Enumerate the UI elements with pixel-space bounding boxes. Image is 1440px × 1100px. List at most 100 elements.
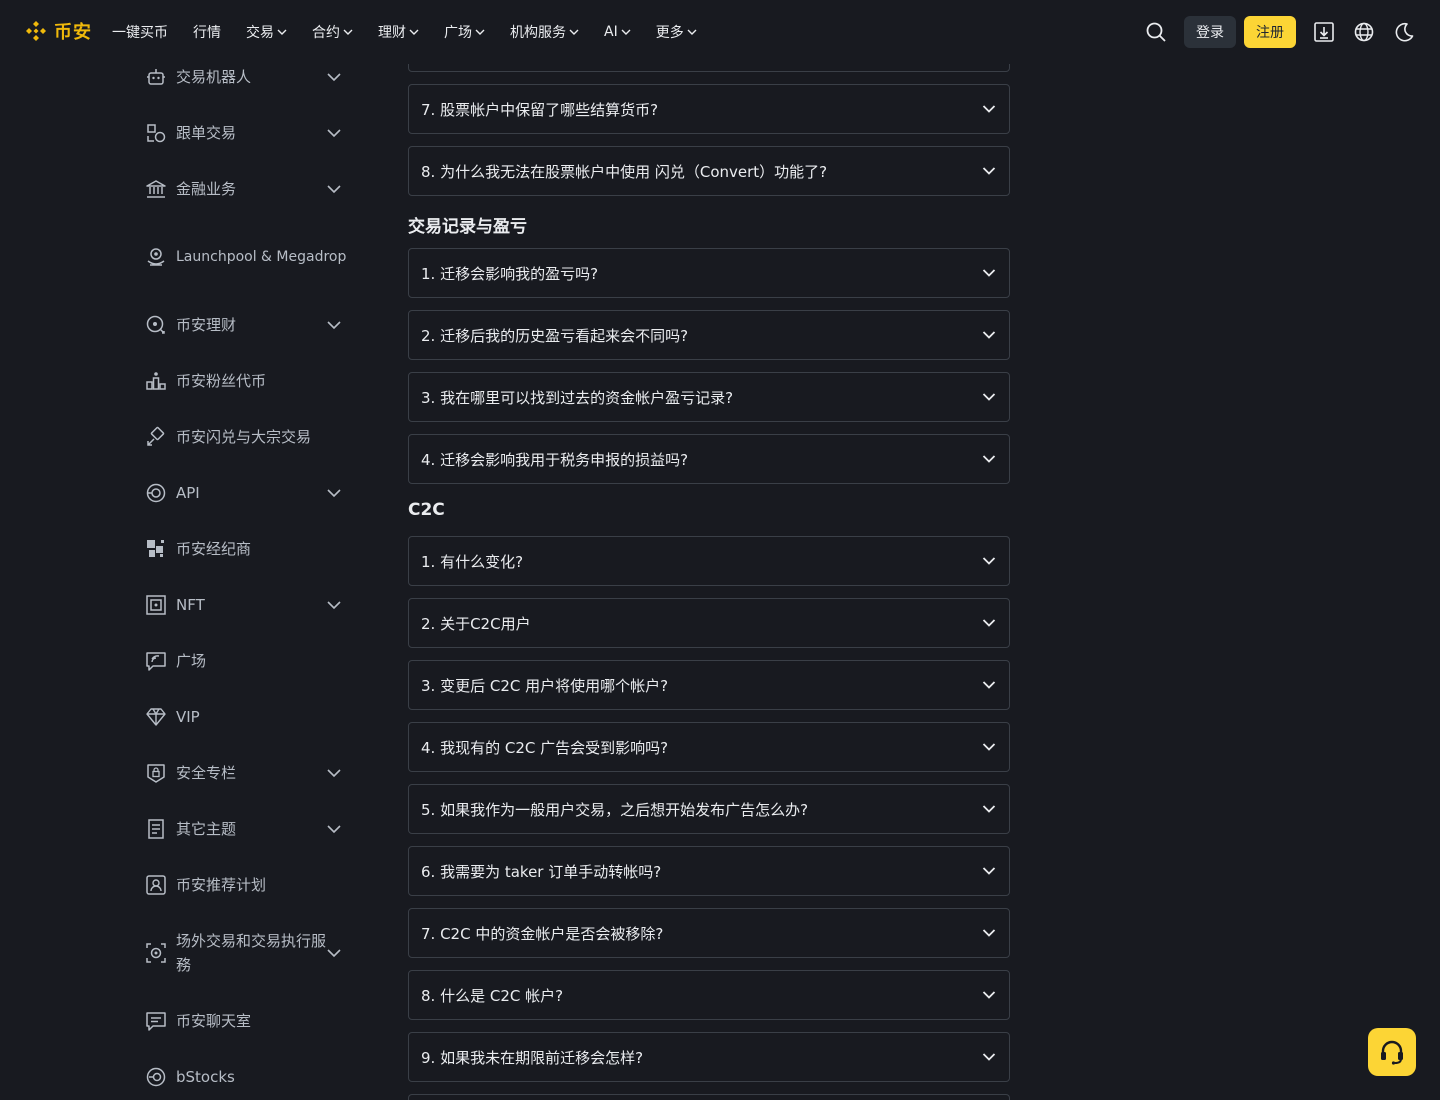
nav-institutional[interactable]: 机构服务 bbox=[510, 22, 579, 42]
document-icon bbox=[144, 817, 168, 841]
chevron-down-icon bbox=[982, 269, 996, 277]
nav-buy-crypto[interactable]: 一键买币 bbox=[112, 22, 168, 42]
sidebar-item-label: NFT bbox=[176, 596, 205, 614]
main-nav: 一键买币 行情 交易 合约 理财 广场 机构服务 AI 更多 bbox=[112, 0, 722, 64]
sidebar-item-vip[interactable]: VIP bbox=[136, 705, 356, 729]
sidebar-item-security[interactable]: 安全专栏 bbox=[136, 761, 356, 785]
sidebar-item-referral[interactable]: 币安推荐计划 bbox=[136, 873, 356, 897]
faq-item[interactable]: 2. 关于C2C用户 bbox=[408, 598, 1010, 648]
sidebar-item-otc[interactable]: 场外交易和交易执行服務 bbox=[136, 929, 356, 977]
nav-label: 一键买币 bbox=[112, 25, 168, 41]
sidebar-item-fan-token[interactable]: 币安粉丝代币 bbox=[136, 369, 356, 393]
faq-question: 5. 如果我作为一般用户交易，之后想开始发布广告怎么办? bbox=[421, 800, 809, 819]
chevron-down-icon bbox=[343, 29, 353, 35]
sidebar-item-label: VIP bbox=[176, 708, 200, 726]
download-button[interactable] bbox=[1312, 20, 1336, 44]
chevron-down-icon bbox=[687, 29, 697, 35]
chevron-down-icon bbox=[982, 1053, 996, 1061]
faq-question: 4. 迁移会影响我用于税务申报的损益吗? bbox=[421, 450, 689, 469]
faq-item[interactable]: 6. 我需要为 taker 订单手动转帐吗? bbox=[408, 846, 1010, 896]
faq-item[interactable]: 9. 如果我未在期限前迁移会怎样? bbox=[408, 1032, 1010, 1082]
search-button[interactable] bbox=[1144, 20, 1168, 44]
nav-earn[interactable]: 理财 bbox=[378, 22, 419, 42]
square-icon bbox=[144, 649, 168, 673]
faq-item[interactable]: 7. 股票帐户中保留了哪些结算货币? bbox=[408, 84, 1010, 134]
api-icon bbox=[144, 481, 168, 505]
faq-item[interactable]: 7. C2C 中的资金帐户是否会被移除? bbox=[408, 908, 1010, 958]
fan-token-icon bbox=[144, 369, 168, 393]
sidebar-item-financial[interactable]: 金融业务 bbox=[136, 177, 356, 201]
nav-label: AI bbox=[604, 24, 618, 40]
faq-question: 8. 为什么我无法在股票帐户中使用 闪兑（Convert）功能了? bbox=[421, 162, 828, 181]
support-chat-button[interactable] bbox=[1368, 1028, 1416, 1076]
nav-markets[interactable]: 行情 bbox=[193, 22, 221, 42]
faq-item-partial[interactable] bbox=[408, 1094, 1010, 1100]
chevron-down-icon bbox=[409, 29, 419, 35]
chevron-down-icon bbox=[982, 105, 996, 113]
login-button[interactable]: 登录 bbox=[1184, 16, 1236, 48]
chevron-down-icon bbox=[982, 929, 996, 937]
signup-button[interactable]: 注册 bbox=[1244, 16, 1296, 48]
faq-item[interactable]: 8. 为什么我无法在股票帐户中使用 闪兑（Convert）功能了? bbox=[408, 146, 1010, 196]
sidebar-item-nft[interactable]: NFT bbox=[136, 593, 356, 617]
chevron-down-icon bbox=[982, 681, 996, 689]
sidebar-item-label: 场外交易和交易执行服務 bbox=[176, 932, 327, 974]
nav-ai[interactable]: AI bbox=[604, 24, 631, 40]
chevron-down-icon bbox=[982, 455, 996, 463]
bank-icon bbox=[144, 177, 168, 201]
faq-item[interactable]: 2. 迁移后我的历史盈亏看起来会不同吗? bbox=[408, 310, 1010, 360]
sidebar-item-broker[interactable]: 币安经纪商 bbox=[136, 537, 356, 561]
nav-label: 更多 bbox=[655, 25, 684, 41]
faq-question: 4. 我现有的 C2C 广告会受到影响吗? bbox=[421, 738, 669, 757]
section-title-pnl: 交易记录与盈亏 bbox=[408, 217, 527, 237]
language-button[interactable] bbox=[1352, 20, 1376, 44]
chevron-down-icon bbox=[327, 769, 341, 778]
nav-trade[interactable]: 交易 bbox=[246, 22, 287, 42]
chevron-down-icon bbox=[982, 619, 996, 627]
broker-icon bbox=[144, 537, 168, 561]
faq-item[interactable]: 3. 我在哪里可以找到过去的资金帐户盈亏记录? bbox=[408, 372, 1010, 422]
nav-more[interactable]: 更多 bbox=[656, 22, 697, 42]
sidebar-item-chatroom[interactable]: 币安聊天室 bbox=[136, 1009, 356, 1033]
sidebar-item-earn[interactable]: 币安理财 bbox=[136, 313, 356, 337]
sidebar-item-label: 币安粉丝代币 bbox=[176, 372, 267, 390]
sidebar-item-api[interactable]: API bbox=[136, 481, 356, 505]
download-icon bbox=[1314, 22, 1334, 42]
sidebar-item-label: 交易机器人 bbox=[176, 68, 252, 86]
faq-item[interactable]: 5. 如果我作为一般用户交易，之后想开始发布广告怎么办? bbox=[408, 784, 1010, 834]
sidebar-item-square[interactable]: 广场 bbox=[136, 649, 356, 673]
chevron-down-icon bbox=[982, 167, 996, 175]
nav-square[interactable]: 广场 bbox=[444, 22, 485, 42]
nav-label: 行情 bbox=[193, 25, 221, 41]
binance-logo[interactable]: 币安 bbox=[24, 18, 92, 44]
chevron-down-icon bbox=[982, 557, 996, 565]
sidebar-item-bstocks[interactable]: bStocks bbox=[136, 1065, 356, 1089]
faq-item[interactable]: 3. 变更后 C2C 用户将使用哪个帐户? bbox=[408, 660, 1010, 710]
theme-toggle-button[interactable] bbox=[1392, 20, 1416, 44]
globe-icon bbox=[1354, 22, 1374, 42]
sidebar-item-trading-bots[interactable]: 交易机器人 bbox=[136, 65, 356, 89]
faq-item[interactable]: 8. 什么是 C2C 帐户? bbox=[408, 970, 1010, 1020]
faq-question: 2. 迁移后我的历史盈亏看起来会不同吗? bbox=[421, 326, 689, 345]
chevron-down-icon bbox=[982, 393, 996, 401]
binance-logo-icon bbox=[26, 21, 46, 41]
sidebar-item-launchpool[interactable]: Launchpool & Megadrop bbox=[136, 233, 356, 281]
sidebar-item-label: 币安闪兑与大宗交易 bbox=[176, 428, 312, 446]
faq-item[interactable]: 1. 迁移会影响我的盈亏吗? bbox=[408, 248, 1010, 298]
chevron-down-icon bbox=[982, 867, 996, 875]
sidebar-item-convert[interactable]: 币安闪兑与大宗交易 bbox=[136, 425, 356, 449]
faq-item[interactable]: 4. 我现有的 C2C 广告会受到影响吗? bbox=[408, 722, 1010, 772]
sidebar-item-copy-trading[interactable]: 跟单交易 bbox=[136, 121, 356, 145]
chevron-down-icon bbox=[327, 321, 341, 330]
header-actions: 登录 注册 bbox=[1144, 16, 1416, 48]
faq-item[interactable]: 1. 有什么变化? bbox=[408, 536, 1010, 586]
chevron-down-icon bbox=[327, 949, 341, 958]
logo-text: 币安 bbox=[54, 22, 92, 43]
faq-question: 1. 有什么变化? bbox=[421, 552, 524, 571]
faq-item[interactable]: 4. 迁移会影响我用于税务申报的损益吗? bbox=[408, 434, 1010, 484]
nav-futures[interactable]: 合约 bbox=[312, 22, 353, 42]
sidebar-item-label: 币安理财 bbox=[176, 316, 237, 334]
sidebar-item-label: Launchpool & Megadrop bbox=[176, 249, 347, 265]
sidebar-item-other-topics[interactable]: 其它主题 bbox=[136, 817, 356, 841]
nav-label: 理财 bbox=[378, 25, 406, 41]
